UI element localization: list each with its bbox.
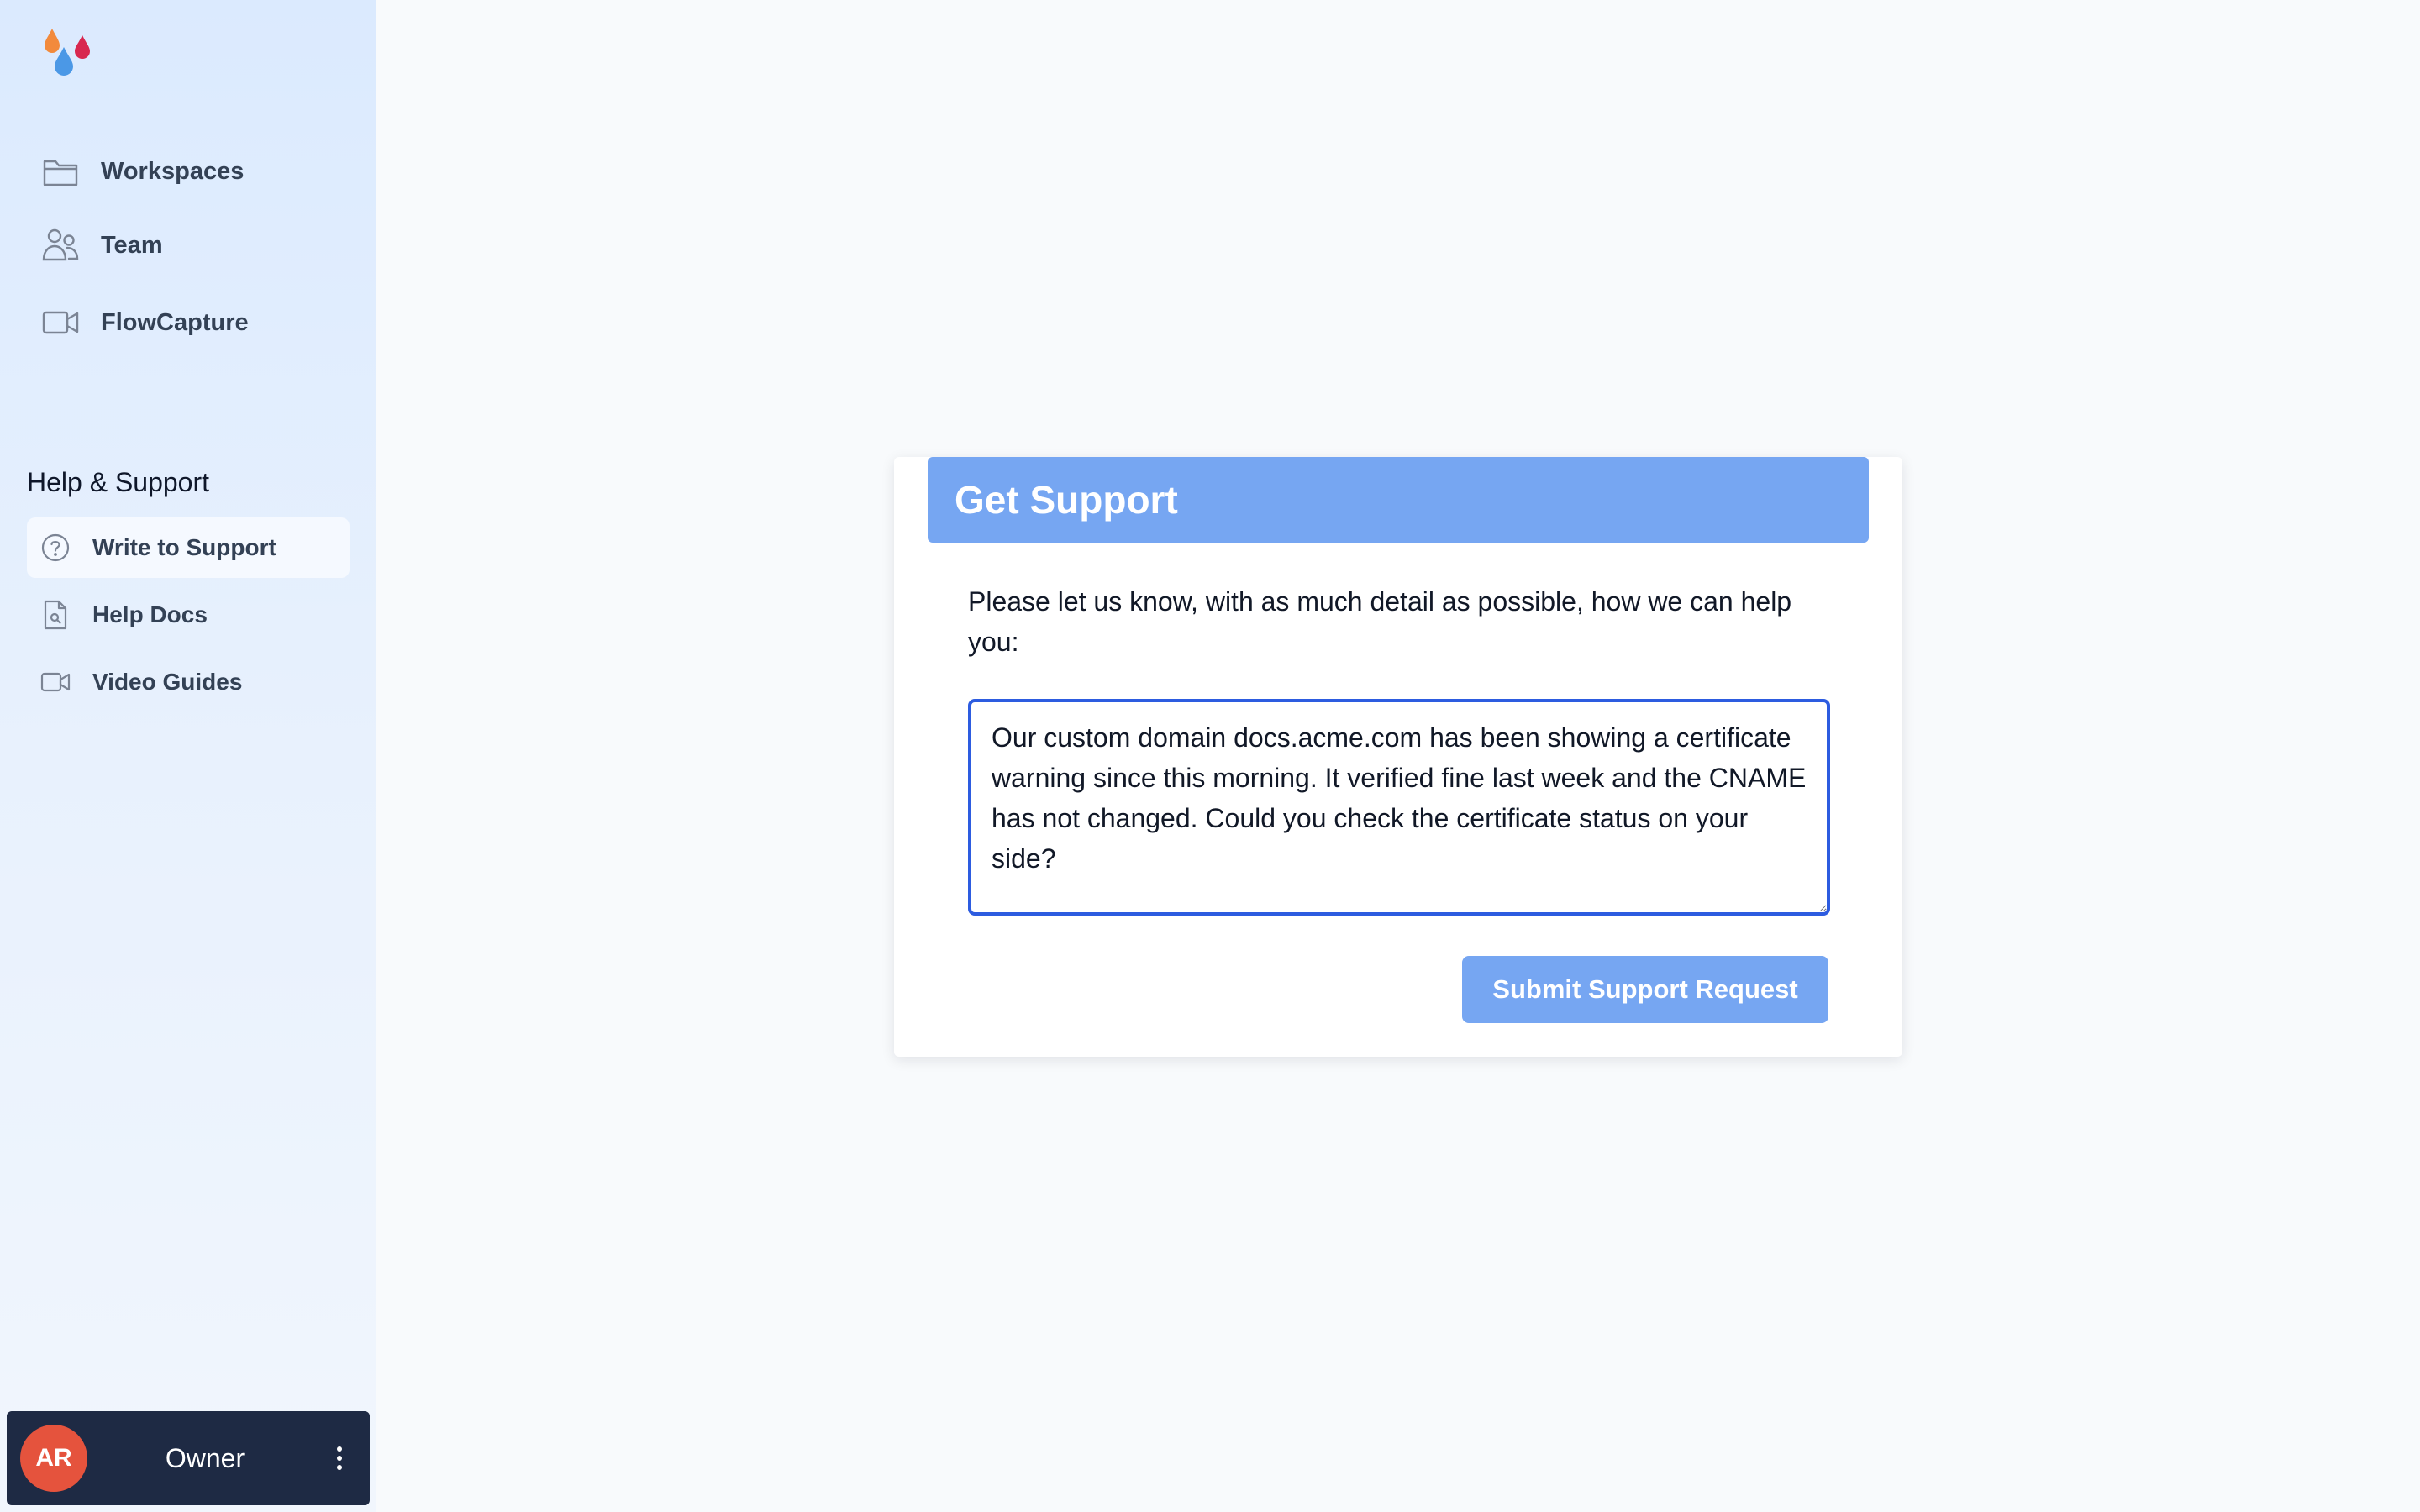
support-item-write[interactable]: Write to Support bbox=[27, 517, 350, 578]
question-circle-icon bbox=[39, 531, 72, 564]
user-role: Owner bbox=[165, 1442, 245, 1473]
support-item-label: Write to Support bbox=[92, 534, 276, 560]
help-support-heading: Help & Support bbox=[27, 467, 210, 497]
card-header: Get Support bbox=[928, 457, 1869, 543]
form-description: Please let us know, with as much detail … bbox=[968, 586, 1792, 657]
nav-label: Team bbox=[101, 231, 163, 259]
support-item-label: Video Guides bbox=[92, 669, 243, 695]
more-vertical-icon[interactable] bbox=[323, 1433, 356, 1483]
nav-flowcapture[interactable]: FlowCapture bbox=[27, 292, 350, 353]
nav-workspaces[interactable]: Workspaces bbox=[27, 141, 350, 202]
nav-label: Workspaces bbox=[101, 157, 245, 185]
water-drops-logo[interactable] bbox=[40, 25, 96, 81]
user-bar: AR Owner bbox=[7, 1411, 370, 1505]
avatar[interactable]: AR bbox=[20, 1425, 87, 1492]
support-item-label: Help Docs bbox=[92, 601, 208, 627]
support-item-video[interactable]: Video Guides bbox=[27, 652, 350, 712]
nav-team[interactable]: Team bbox=[27, 215, 350, 276]
support-item-docs[interactable]: Help Docs bbox=[27, 585, 350, 645]
video-camera-icon bbox=[40, 302, 81, 343]
folder-icon bbox=[40, 151, 81, 192]
page-title: Get Support bbox=[955, 478, 1178, 522]
video-camera-icon bbox=[39, 665, 72, 699]
support-message-textarea[interactable]: Our custom domain docs.acme.com has been… bbox=[968, 699, 1830, 916]
submit-support-request-button[interactable]: Submit Support Request bbox=[1462, 956, 1828, 1023]
nav-label: FlowCapture bbox=[101, 308, 249, 336]
support-card: Get Support Please let us know, with as … bbox=[894, 457, 1902, 1057]
sidebar: Workspaces Team FlowCapture Help & Suppo… bbox=[0, 0, 376, 1512]
users-icon bbox=[40, 225, 81, 265]
app-root: Workspaces Team FlowCapture Help & Suppo… bbox=[0, 0, 2420, 1512]
document-search-icon bbox=[39, 598, 72, 632]
